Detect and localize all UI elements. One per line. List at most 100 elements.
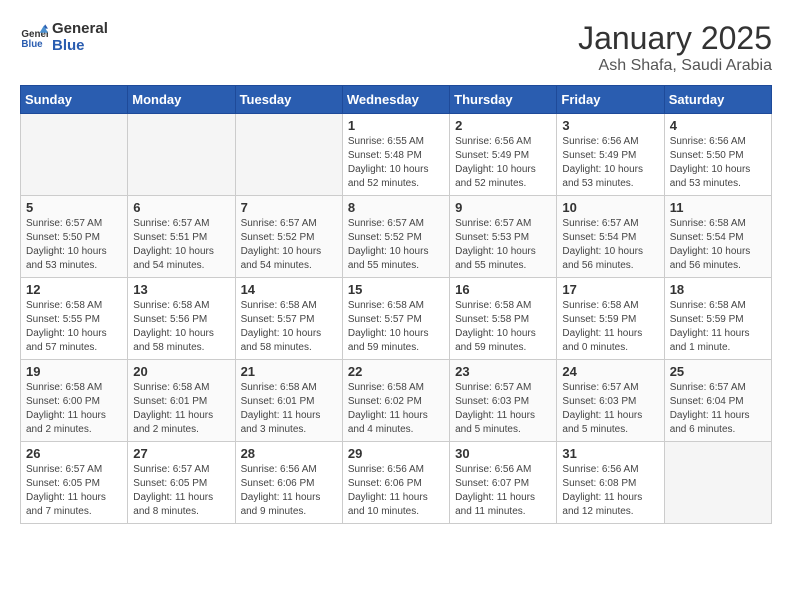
day-info: Sunrise: 6:57 AM Sunset: 5:54 PM Dayligh… [562,217,658,273]
calendar-header-row: SundayMondayTuesdayWednesdayThursdayFrid… [21,86,772,114]
calendar-cell [664,442,771,524]
calendar-cell: 1Sunrise: 6:55 AM Sunset: 5:48 PM Daylig… [342,114,449,196]
calendar-cell: 22 Sunrise: 6:58 AM Sunset: 6:02 PM Dayli… [342,360,449,442]
calendar-cell: 10 Sunrise: 6:57 AM Sunset: 5:54 PM Dayli… [557,196,664,278]
day-info: Sunrise: 6:56 AM Sunset: 5:49 PM Dayligh… [562,135,658,191]
day-info: Sunrise: 6:57 AM Sunset: 5:52 PM Dayligh… [241,217,337,273]
day-number: 24 [562,364,658,379]
day-info: Sunrise: 6:56 AM Sunset: 6:07 PM Dayligh… [455,463,551,519]
calendar-cell: 20 Sunrise: 6:58 AM Sunset: 6:01 PM Dayli… [128,360,235,442]
calendar-cell: 7 Sunrise: 6:57 AM Sunset: 5:52 PM Daylig… [235,196,342,278]
weekday-header-sunday: Sunday [21,86,128,114]
calendar-cell: 14Sunrise: 6:58 AM Sunset: 5:57 PM Dayli… [235,278,342,360]
logo-icon: General Blue [20,23,48,51]
day-number: 22 [348,364,444,379]
day-number: 30 [455,446,551,461]
calendar-cell [235,114,342,196]
title-section: January 2025 Ash Shafa, Saudi Arabia [578,20,772,75]
calendar-cell: 21 Sunrise: 6:58 AM Sunset: 6:01 PM Dayli… [235,360,342,442]
day-info: Sunrise: 6:57 AM Sunset: 5:52 PM Dayligh… [348,217,444,273]
calendar-week-row: 19 Sunrise: 6:58 AM Sunset: 6:00 PM Dayli… [21,360,772,442]
day-number: 7 [241,200,337,215]
day-number: 5 [26,200,122,215]
calendar-cell: 18Sunrise: 6:58 AM Sunset: 5:59 PM Dayli… [664,278,771,360]
location-title: Ash Shafa, Saudi Arabia [578,57,772,75]
day-number: 27 [133,446,229,461]
header: General Blue General Blue January 2025 A… [20,20,772,75]
calendar-cell: 24Sunrise: 6:57 AM Sunset: 6:03 PM Dayli… [557,360,664,442]
day-info: Sunrise: 6:56 AM Sunset: 5:50 PM Dayligh… [670,135,766,191]
weekday-header-tuesday: Tuesday [235,86,342,114]
calendar-cell: 8Sunrise: 6:57 AM Sunset: 5:52 PM Daylig… [342,196,449,278]
day-info: Sunrise: 6:58 AM Sunset: 5:55 PM Dayligh… [26,299,122,355]
calendar-cell: 30 Sunrise: 6:56 AM Sunset: 6:07 PM Dayli… [450,442,557,524]
day-number: 31 [562,446,658,461]
calendar-cell: 6 Sunrise: 6:57 AM Sunset: 5:51 PM Daylig… [128,196,235,278]
day-number: 21 [241,364,337,379]
day-number: 15 [348,282,444,297]
day-info: Sunrise: 6:58 AM Sunset: 6:01 PM Dayligh… [241,381,337,437]
day-info: Sunrise: 6:58 AM Sunset: 5:57 PM Dayligh… [348,299,444,355]
day-number: 19 [26,364,122,379]
calendar-table: SundayMondayTuesdayWednesdayThursdayFrid… [20,85,772,524]
day-number: 13 [133,282,229,297]
calendar-cell: 2Sunrise: 6:56 AM Sunset: 5:49 PM Daylig… [450,114,557,196]
calendar-cell: 15 Sunrise: 6:58 AM Sunset: 5:57 PM Dayli… [342,278,449,360]
calendar-cell: 4 Sunrise: 6:56 AM Sunset: 5:50 PM Daylig… [664,114,771,196]
day-number: 23 [455,364,551,379]
day-info: Sunrise: 6:58 AM Sunset: 6:00 PM Dayligh… [26,381,122,437]
calendar-cell: 29 Sunrise: 6:56 AM Sunset: 6:06 PM Dayli… [342,442,449,524]
day-number: 2 [455,118,551,133]
day-info: Sunrise: 6:55 AM Sunset: 5:48 PM Dayligh… [348,135,444,191]
day-number: 11 [670,200,766,215]
day-number: 29 [348,446,444,461]
day-info: Sunrise: 6:58 AM Sunset: 5:59 PM Dayligh… [670,299,766,355]
calendar-cell: 13 Sunrise: 6:58 AM Sunset: 5:56 PM Dayli… [128,278,235,360]
day-number: 14 [241,282,337,297]
day-info: Sunrise: 6:57 AM Sunset: 6:03 PM Dayligh… [455,381,551,437]
day-number: 26 [26,446,122,461]
day-info: Sunrise: 6:58 AM Sunset: 5:56 PM Dayligh… [133,299,229,355]
svg-text:Blue: Blue [21,39,43,50]
day-info: Sunrise: 6:57 AM Sunset: 5:50 PM Dayligh… [26,217,122,273]
day-number: 4 [670,118,766,133]
day-number: 28 [241,446,337,461]
calendar-cell [21,114,128,196]
calendar-cell: 31Sunrise: 6:56 AM Sunset: 6:08 PM Dayli… [557,442,664,524]
weekday-header-monday: Monday [128,86,235,114]
calendar-cell: 16 Sunrise: 6:58 AM Sunset: 5:58 PM Dayli… [450,278,557,360]
day-number: 3 [562,118,658,133]
calendar-cell [128,114,235,196]
calendar-cell: 23 Sunrise: 6:57 AM Sunset: 6:03 PM Dayli… [450,360,557,442]
day-info: Sunrise: 6:56 AM Sunset: 6:06 PM Dayligh… [241,463,337,519]
calendar-cell: 12 Sunrise: 6:58 AM Sunset: 5:55 PM Dayli… [21,278,128,360]
logo-general: General [52,20,108,37]
day-number: 20 [133,364,229,379]
calendar-cell: 5 Sunrise: 6:57 AM Sunset: 5:50 PM Daylig… [21,196,128,278]
day-number: 25 [670,364,766,379]
calendar-week-row: 5 Sunrise: 6:57 AM Sunset: 5:50 PM Daylig… [21,196,772,278]
calendar-week-row: 12 Sunrise: 6:58 AM Sunset: 5:55 PM Dayli… [21,278,772,360]
day-info: Sunrise: 6:57 AM Sunset: 6:04 PM Dayligh… [670,381,766,437]
day-number: 16 [455,282,551,297]
calendar-week-row: 1Sunrise: 6:55 AM Sunset: 5:48 PM Daylig… [21,114,772,196]
calendar-week-row: 26 Sunrise: 6:57 AM Sunset: 6:05 PM Dayli… [21,442,772,524]
calendar-cell: 11Sunrise: 6:58 AM Sunset: 5:54 PM Dayli… [664,196,771,278]
calendar-cell: 25 Sunrise: 6:57 AM Sunset: 6:04 PM Dayli… [664,360,771,442]
calendar-cell: 9Sunrise: 6:57 AM Sunset: 5:53 PM Daylig… [450,196,557,278]
day-info: Sunrise: 6:57 AM Sunset: 6:05 PM Dayligh… [133,463,229,519]
day-number: 6 [133,200,229,215]
day-info: Sunrise: 6:58 AM Sunset: 5:58 PM Dayligh… [455,299,551,355]
day-info: Sunrise: 6:57 AM Sunset: 5:51 PM Dayligh… [133,217,229,273]
day-info: Sunrise: 6:58 AM Sunset: 6:01 PM Dayligh… [133,381,229,437]
day-info: Sunrise: 6:58 AM Sunset: 6:02 PM Dayligh… [348,381,444,437]
day-info: Sunrise: 6:57 AM Sunset: 5:53 PM Dayligh… [455,217,551,273]
calendar-cell: 17Sunrise: 6:58 AM Sunset: 5:59 PM Dayli… [557,278,664,360]
calendar-cell: 3 Sunrise: 6:56 AM Sunset: 5:49 PM Daylig… [557,114,664,196]
weekday-header-thursday: Thursday [450,86,557,114]
month-title: January 2025 [578,20,772,57]
day-number: 12 [26,282,122,297]
day-info: Sunrise: 6:58 AM Sunset: 5:59 PM Dayligh… [562,299,658,355]
day-number: 10 [562,200,658,215]
day-info: Sunrise: 6:56 AM Sunset: 6:06 PM Dayligh… [348,463,444,519]
